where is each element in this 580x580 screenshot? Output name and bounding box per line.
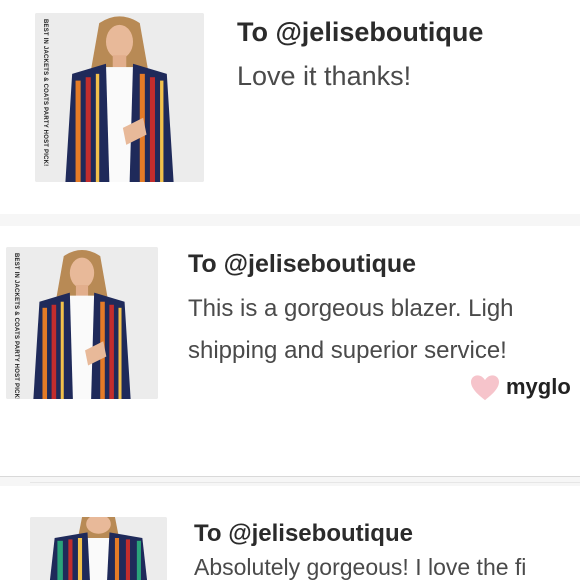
blazer-photo — [6, 247, 158, 399]
review-message-line: shipping and superior service! — [188, 337, 507, 364]
review-message: Absolutely gorgeous! I love the fi — [194, 554, 527, 580]
review-card: To @jeliseboutique Absolutely gorgeous! … — [0, 486, 580, 580]
review-message: This is a gorgeous blazer. Ligh shipping… — [188, 288, 514, 372]
review-card: BEST IN JACKETS & COATS PARTY HOST PICK!… — [0, 0, 580, 214]
liker-username[interactable]: myglo — [506, 374, 571, 400]
heart-icon — [471, 375, 499, 401]
review-message-line: This is a gorgeous blazer. Ligh — [188, 295, 514, 322]
product-thumbnail[interactable]: BEST IN JACKETS & COATS PARTY HOST PICK! — [35, 13, 204, 182]
product-thumbnail[interactable] — [30, 517, 167, 580]
blazer-photo — [30, 517, 167, 580]
recipient-label[interactable]: To @jeliseboutique — [237, 17, 483, 48]
recipient-label[interactable]: To @jeliseboutique — [188, 250, 416, 279]
divider — [0, 476, 580, 477]
review-card: BEST IN JACKETS & COATS PARTY HOST PICK!… — [0, 226, 580, 476]
product-thumbnail[interactable]: BEST IN JACKETS & COATS PARTY HOST PICK! — [6, 247, 158, 399]
blazer-photo — [35, 13, 204, 182]
divider — [30, 482, 580, 483]
recipient-label[interactable]: To @jeliseboutique — [194, 520, 413, 548]
review-message: Love it thanks! — [237, 61, 412, 91]
image-caption: BEST IN JACKETS & COATS PARTY HOST PICK! — [42, 19, 48, 167]
image-caption: BEST IN JACKETS & COATS PARTY HOST PICK! — [13, 253, 19, 399]
